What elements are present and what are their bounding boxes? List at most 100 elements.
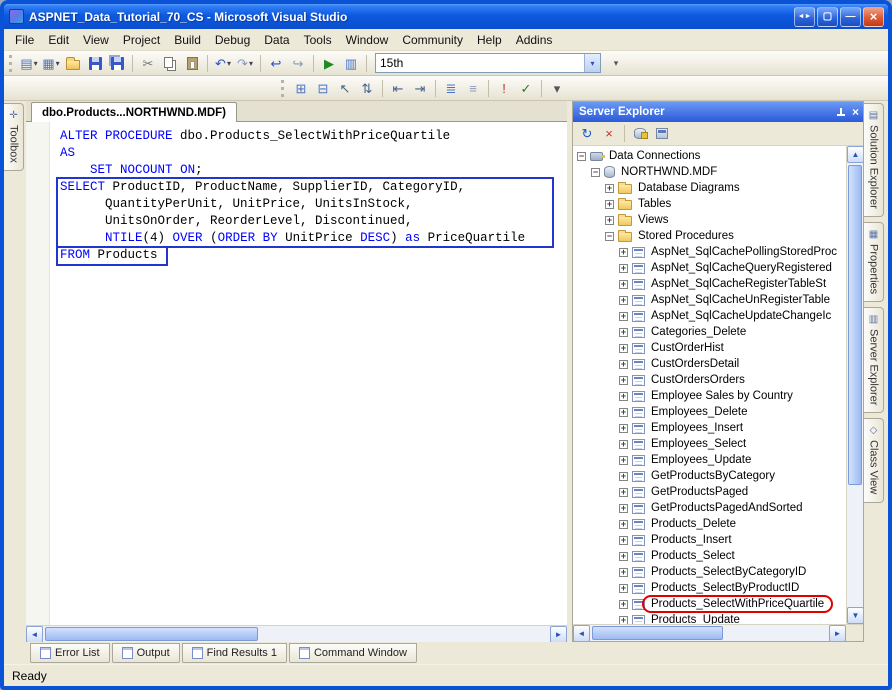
tree-item-employees-update[interactable]: +Employees_Update bbox=[573, 452, 846, 468]
tree-item-products-insert[interactable]: +Products_Insert bbox=[573, 532, 846, 548]
tree-item-products-delete[interactable]: +Products_Delete bbox=[573, 516, 846, 532]
scroll-thumb[interactable] bbox=[592, 626, 723, 640]
bottom-tab-output[interactable]: Output bbox=[112, 643, 180, 663]
tree-item-getproductspagedandsorted[interactable]: +GetProductsPagedAndSorted bbox=[573, 500, 846, 516]
tree-expander-icon[interactable]: + bbox=[619, 408, 628, 417]
tree-expander-icon[interactable]: + bbox=[619, 536, 628, 545]
stop-refresh-button[interactable]: × bbox=[598, 123, 620, 144]
tree-item-stored-procedures[interactable]: −Stored Procedures bbox=[573, 228, 846, 244]
undo-button[interactable]: ↶▾ bbox=[212, 53, 234, 74]
tree-expander-icon[interactable]: + bbox=[619, 472, 628, 481]
tree-expander-icon[interactable]: + bbox=[619, 488, 628, 497]
minimize-button[interactable]: — bbox=[840, 7, 861, 27]
increase-indent-button[interactable]: ⇥ bbox=[409, 78, 431, 99]
scroll-track[interactable] bbox=[590, 625, 829, 641]
tree-expander-icon[interactable]: − bbox=[591, 168, 600, 177]
menu-item-project[interactable]: Project bbox=[116, 30, 167, 50]
side-tab-server-explorer[interactable]: ▥Server Explorer bbox=[864, 307, 884, 413]
side-tab-properties[interactable]: ▦Properties bbox=[864, 222, 884, 302]
tree-item-data-connections[interactable]: −Data Connections bbox=[573, 148, 846, 164]
menu-item-build[interactable]: Build bbox=[167, 30, 208, 50]
dock-toggle-button[interactable]: ◄► bbox=[794, 7, 815, 27]
tree-expander-icon[interactable]: + bbox=[605, 184, 614, 193]
tree-item-custordersdetail[interactable]: +CustOrdersDetail bbox=[573, 356, 846, 372]
tab-toolbox[interactable]: ✛ Toolbox bbox=[4, 103, 24, 171]
toolbar-grip[interactable] bbox=[9, 55, 13, 72]
bottom-tab-error-list[interactable]: Error List bbox=[30, 643, 110, 663]
tree-expander-icon[interactable]: + bbox=[619, 424, 628, 433]
show-diagram-pane-button[interactable]: ⊞ bbox=[290, 78, 312, 99]
close-button[interactable]: × bbox=[863, 7, 884, 27]
redo-button[interactable]: ↷▾ bbox=[234, 53, 256, 74]
scroll-thumb[interactable] bbox=[848, 165, 862, 485]
tree-expander-icon[interactable]: + bbox=[605, 200, 614, 209]
menu-item-tools[interactable]: Tools bbox=[297, 30, 339, 50]
toolbar-options-button[interactable]: ▾ bbox=[605, 53, 627, 74]
tree-expander-icon[interactable]: + bbox=[619, 296, 628, 305]
toolbar-grip[interactable] bbox=[281, 80, 285, 97]
bottom-tab-command-window[interactable]: Command Window bbox=[289, 643, 417, 663]
tree-item-aspnet-sqlcacheupdatechangeic[interactable]: +AspNet_SqlCacheUpdateChangeIc bbox=[573, 308, 846, 324]
verify-sql-button[interactable]: ✓ bbox=[515, 78, 537, 99]
tree-item-views[interactable]: +Views bbox=[573, 212, 846, 228]
show-criteria-pane-button[interactable]: ⊟ bbox=[312, 78, 334, 99]
menu-item-community[interactable]: Community bbox=[395, 30, 470, 50]
tree-hscrollbar[interactable]: ◄ ► bbox=[573, 624, 863, 641]
tree-item-products-selectbycategoryid[interactable]: +Products_SelectByCategoryID bbox=[573, 564, 846, 580]
tree-expander-icon[interactable]: + bbox=[619, 392, 628, 401]
server-explorer-title-bar[interactable]: Server Explorer × bbox=[573, 102, 863, 122]
tree-item-products-selectwithpricequartile[interactable]: +Products_SelectWithPriceQuartile bbox=[573, 596, 846, 612]
document-tab[interactable]: dbo.Products...NORTHWND.MDF) bbox=[31, 102, 237, 122]
paste-button[interactable] bbox=[181, 53, 203, 74]
tree-expander-icon[interactable]: + bbox=[619, 312, 628, 321]
tree-item-products-selectbyproductid[interactable]: +Products_SelectByProductID bbox=[573, 580, 846, 596]
tree-expander-icon[interactable]: + bbox=[619, 360, 628, 369]
add-item-button[interactable]: ▦▾ bbox=[40, 53, 62, 74]
side-tab-class-view[interactable]: ◇Class View bbox=[864, 418, 884, 502]
tree-item-employees-delete[interactable]: +Employees_Delete bbox=[573, 404, 846, 420]
tree-item-northwnd-mdf[interactable]: −NORTHWND.MDF bbox=[573, 164, 846, 180]
tree-expander-icon[interactable]: + bbox=[619, 568, 628, 577]
tree-expander-icon[interactable]: + bbox=[619, 344, 628, 353]
scroll-right-icon[interactable]: ► bbox=[829, 625, 846, 642]
menu-item-view[interactable]: View bbox=[76, 30, 116, 50]
toolbar-combobox-input[interactable] bbox=[376, 55, 584, 71]
editor-hscrollbar[interactable]: ◄ ► bbox=[26, 625, 567, 642]
tree-item-products-update[interactable]: +Products_Update bbox=[573, 612, 846, 624]
server-explorer-tree[interactable]: −Data Connections−NORTHWND.MDF+Database … bbox=[573, 146, 846, 624]
tree-item-aspnet-sqlcacheregistertablest[interactable]: +AspNet_SqlCacheRegisterTableSt bbox=[573, 276, 846, 292]
tree-expander-icon[interactable]: + bbox=[619, 616, 628, 625]
scroll-track[interactable] bbox=[847, 163, 863, 607]
menu-item-window[interactable]: Window bbox=[339, 30, 396, 50]
tree-expander-icon[interactable]: + bbox=[619, 600, 628, 609]
side-tab-solution-explorer[interactable]: ▤Solution Explorer bbox=[864, 103, 884, 217]
start-debugging-button[interactable]: ▶ bbox=[318, 53, 340, 74]
scroll-down-icon[interactable]: ▼ bbox=[847, 607, 863, 624]
tree-item-categories-delete[interactable]: +Categories_Delete bbox=[573, 324, 846, 340]
tree-item-employees-insert[interactable]: +Employees_Insert bbox=[573, 420, 846, 436]
combobox-dropdown-icon[interactable]: ▾ bbox=[584, 54, 600, 72]
navigate-forward-button[interactable]: ↪ bbox=[287, 53, 309, 74]
new-item-button[interactable]: ▤▾ bbox=[18, 53, 40, 74]
tree-expander-icon[interactable]: + bbox=[605, 216, 614, 225]
tree-item-aspnet-sqlcacheunregistertable[interactable]: +AspNet_SqlCacheUnRegisterTable bbox=[573, 292, 846, 308]
code-editor-area[interactable]: ALTER PROCEDURE dbo.Products_SelectWithP… bbox=[26, 122, 567, 625]
scroll-thumb[interactable] bbox=[45, 627, 258, 641]
tree-item-products-select[interactable]: +Products_Select bbox=[573, 548, 846, 564]
connect-to-server-button[interactable] bbox=[651, 123, 673, 144]
save-button[interactable] bbox=[84, 53, 106, 74]
menu-item-addins[interactable]: Addins bbox=[509, 30, 560, 50]
tree-item-custorderhist[interactable]: +CustOrderHist bbox=[573, 340, 846, 356]
connect-to-database-button[interactable] bbox=[629, 123, 651, 144]
scroll-up-icon[interactable]: ▲ bbox=[847, 146, 863, 163]
menu-item-help[interactable]: Help bbox=[470, 30, 509, 50]
tree-item-custordersorders[interactable]: +CustOrdersOrders bbox=[573, 372, 846, 388]
tree-expander-icon[interactable]: + bbox=[619, 456, 628, 465]
tree-expander-icon[interactable]: + bbox=[619, 376, 628, 385]
decrease-indent-button[interactable]: ⇤ bbox=[387, 78, 409, 99]
open-file-button[interactable] bbox=[62, 53, 84, 74]
tree-expander-icon[interactable]: + bbox=[619, 280, 628, 289]
tree-item-getproductsbycategory[interactable]: +GetProductsByCategory bbox=[573, 468, 846, 484]
tree-expander-icon[interactable]: − bbox=[577, 152, 586, 161]
tree-expander-icon[interactable]: + bbox=[619, 328, 628, 337]
